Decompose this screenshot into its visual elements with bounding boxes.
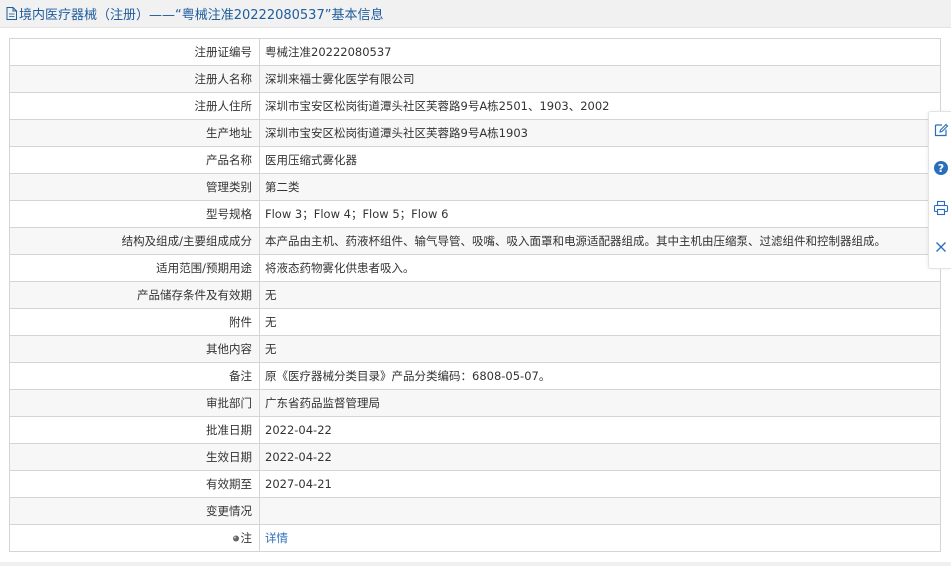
row-label-storage: 产品储存条件及有效期 bbox=[9, 281, 260, 309]
note-label-text: 注 bbox=[240, 531, 253, 545]
row-label-registrant-address: 注册人住所 bbox=[9, 92, 260, 120]
row-value-production-address: 深圳市宝安区松岗街道潭头社区芙蓉路9号A栋1903 bbox=[259, 119, 941, 147]
page-title: 境内医疗器械（注册）——“粤械注准20222080537”基本信息 bbox=[19, 8, 384, 23]
edit-icon[interactable] bbox=[933, 122, 949, 138]
row-value-approval-date: 2022-04-22 bbox=[259, 416, 941, 444]
table-row: 注 详情 bbox=[9, 524, 941, 552]
row-value-other: 无 bbox=[259, 335, 941, 363]
row-label-registrant-name: 注册人名称 bbox=[9, 65, 260, 93]
footer-divider bbox=[0, 562, 951, 566]
row-value-attachment: 无 bbox=[259, 308, 941, 336]
row-label-remarks: 备注 bbox=[9, 362, 260, 390]
table-row: 批准日期 2022-04-22 bbox=[9, 416, 941, 444]
row-value-storage: 无 bbox=[259, 281, 941, 309]
row-label-management-class: 管理类别 bbox=[9, 173, 260, 201]
row-label-intended-use: 适用范围/预期用途 bbox=[9, 254, 260, 282]
row-value-structure: 本产品由主机、药液杯组件、输气导管、吸嘴、吸入面罩和电源适配器组成。其中主机由压… bbox=[259, 227, 941, 255]
table-row: 有效期至 2027-04-21 bbox=[9, 470, 941, 498]
table-row: 审批部门 广东省药品监督管理局 bbox=[9, 389, 941, 417]
print-icon[interactable] bbox=[933, 200, 949, 216]
table-row: 型号规格 Flow 3；Flow 4；Flow 5；Flow 6 bbox=[9, 200, 941, 228]
info-table: 注册证编号 粤械注准20222080537 注册人名称 深圳来福士雾化医学有限公… bbox=[9, 38, 941, 552]
table-row: 结构及组成/主要组成成分 本产品由主机、药液杯组件、输气导管、吸嘴、吸入面罩和电… bbox=[9, 227, 941, 255]
row-value-valid-until: 2027-04-21 bbox=[259, 470, 941, 498]
row-value-remarks: 原《医疗器械分类目录》产品分类编码：6808-05-07。 bbox=[259, 362, 941, 390]
row-value-model-spec: Flow 3；Flow 4；Flow 5；Flow 6 bbox=[259, 200, 941, 228]
row-value-note: 详情 bbox=[259, 524, 941, 552]
row-label-approval-date: 批准日期 bbox=[9, 416, 260, 444]
table-row: 产品储存条件及有效期 无 bbox=[9, 281, 941, 309]
row-label-product-name: 产品名称 bbox=[9, 146, 260, 174]
row-label-production-address: 生产地址 bbox=[9, 119, 260, 147]
row-value-effective-date: 2022-04-22 bbox=[259, 443, 941, 471]
row-label-note: 注 bbox=[9, 524, 260, 552]
page: 境内医疗器械（注册）——“粤械注准20222080537”基本信息 注册证编号 … bbox=[0, 0, 951, 566]
table-row: 附件 无 bbox=[9, 308, 941, 336]
row-value-product-name: 医用压缩式雾化器 bbox=[259, 146, 941, 174]
table-row: 其他内容 无 bbox=[9, 335, 941, 363]
table-row: 注册人住所 深圳市宝安区松岗街道潭头社区芙蓉路9号A栋2501、1903、200… bbox=[9, 92, 941, 120]
pin-icon bbox=[232, 535, 239, 541]
row-value-registrant-name: 深圳来福士雾化医学有限公司 bbox=[259, 65, 941, 93]
row-value-approval-dept: 广东省药品监督管理局 bbox=[259, 389, 941, 417]
row-label-registration-no: 注册证编号 bbox=[9, 38, 260, 66]
row-label-changes: 变更情况 bbox=[9, 497, 260, 525]
help-icon[interactable]: ? bbox=[933, 160, 949, 176]
page-header: 境内医疗器械（注册）——“粤械注准20222080537”基本信息 bbox=[0, 0, 951, 28]
table-row: 备注 原《医疗器械分类目录》产品分类编码：6808-05-07。 bbox=[9, 362, 941, 390]
row-value-management-class: 第二类 bbox=[259, 173, 941, 201]
close-icon[interactable] bbox=[933, 239, 949, 255]
table-row: 注册人名称 深圳来福士雾化医学有限公司 bbox=[9, 65, 941, 93]
row-label-other: 其他内容 bbox=[9, 335, 260, 363]
table-row: 生产地址 深圳市宝安区松岗街道潭头社区芙蓉路9号A栋1903 bbox=[9, 119, 941, 147]
table-row: 注册证编号 粤械注准20222080537 bbox=[9, 38, 941, 66]
side-toolbar: ? bbox=[928, 111, 951, 269]
row-label-attachment: 附件 bbox=[9, 308, 260, 336]
table-row: 管理类别 第二类 bbox=[9, 173, 941, 201]
table-row: 变更情况 bbox=[9, 497, 941, 525]
row-value-registrant-address: 深圳市宝安区松岗街道潭头社区芙蓉路9号A栋2501、1903、2002 bbox=[259, 92, 941, 120]
row-value-registration-no: 粤械注准20222080537 bbox=[259, 38, 941, 66]
row-label-model-spec: 型号规格 bbox=[9, 200, 260, 228]
row-label-structure: 结构及组成/主要组成成分 bbox=[9, 227, 260, 255]
table-row: 适用范围/预期用途 将液态药物雾化供患者吸入。 bbox=[9, 254, 941, 282]
table-row: 生效日期 2022-04-22 bbox=[9, 443, 941, 471]
row-label-valid-until: 有效期至 bbox=[9, 470, 260, 498]
row-label-effective-date: 生效日期 bbox=[9, 443, 260, 471]
row-label-approval-dept: 审批部门 bbox=[9, 389, 260, 417]
row-value-intended-use: 将液态药物雾化供患者吸入。 bbox=[259, 254, 941, 282]
row-value-changes bbox=[259, 497, 941, 525]
table-row: 产品名称 医用压缩式雾化器 bbox=[9, 146, 941, 174]
details-link[interactable]: 详情 bbox=[265, 531, 288, 545]
document-icon bbox=[6, 7, 17, 20]
svg-text:?: ? bbox=[938, 162, 944, 175]
